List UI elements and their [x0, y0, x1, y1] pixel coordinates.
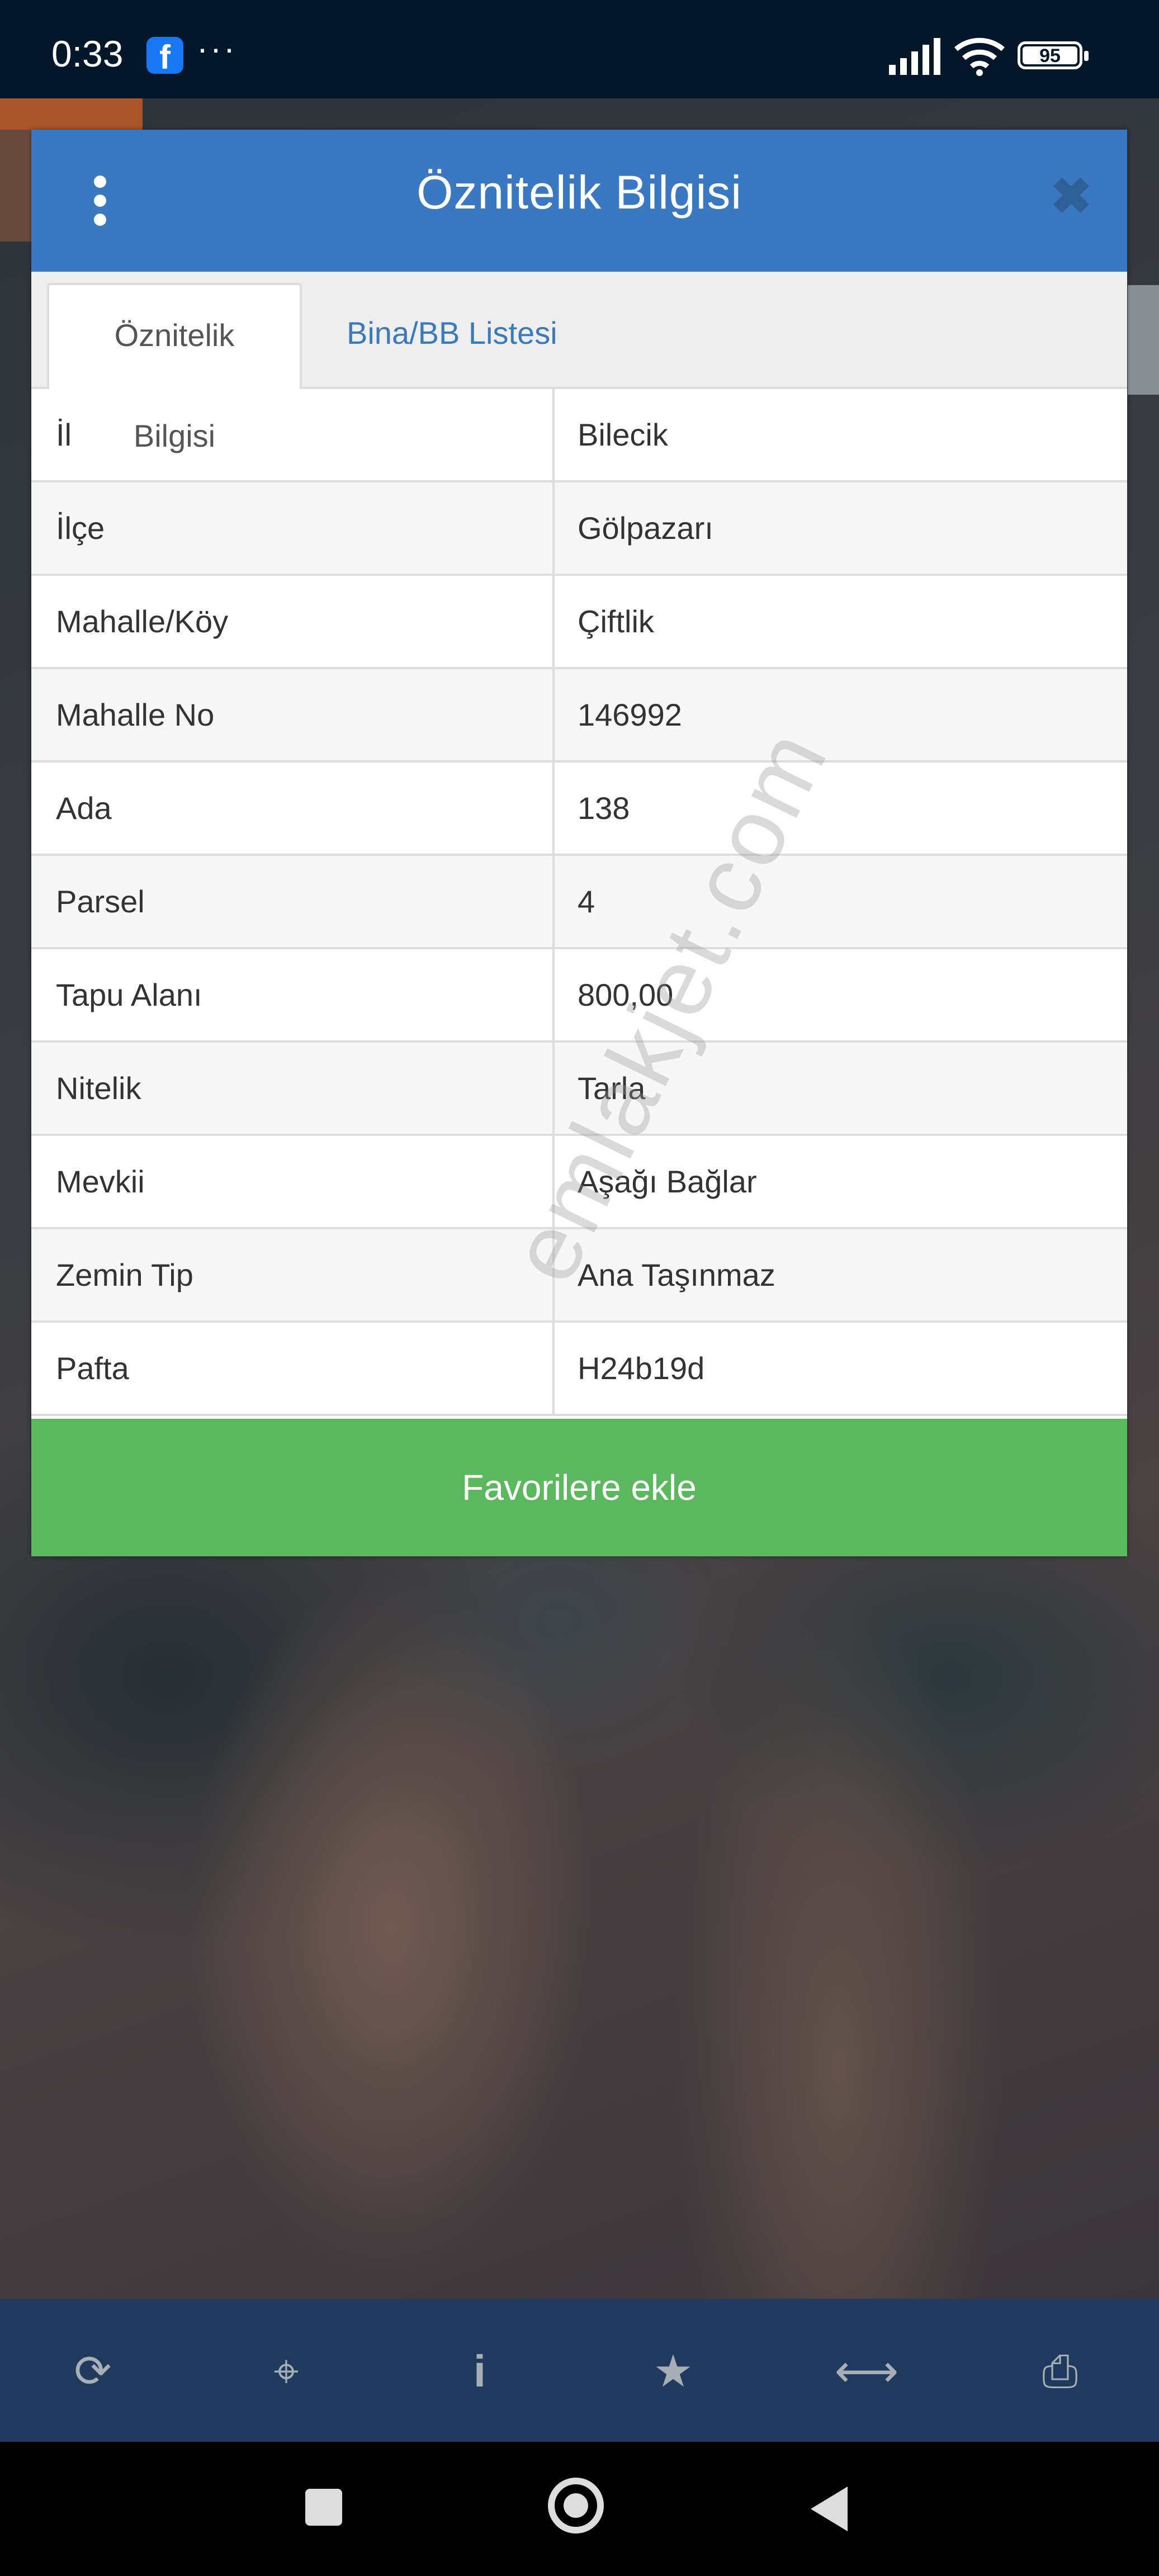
- crosshair-icon[interactable]: ⌖: [247, 2332, 325, 2411]
- row-label: Ada: [56, 790, 112, 826]
- table-row: Mahalle/Köy Çiftlik: [31, 576, 1127, 669]
- table-row: Ada 138: [31, 763, 1127, 856]
- battery-icon: 95: [1018, 41, 1089, 69]
- wifi-icon: [954, 37, 1005, 76]
- refresh-icon[interactable]: ⟳: [54, 2332, 132, 2411]
- row-value: Bilecik: [578, 417, 668, 452]
- row-value: H24b19d: [578, 1351, 705, 1386]
- print-icon[interactable]: ⎙: [1021, 2332, 1099, 2411]
- map-side-handle[interactable]: [1128, 285, 1159, 395]
- status-bar: 0:33 f ··· 95: [0, 0, 1159, 98]
- row-value: Çiftlik: [578, 604, 654, 639]
- facebook-icon: f: [146, 37, 183, 76]
- bottom-toolbar: ⟳ ⌖ i ★ ⟷ ⎙: [0, 2299, 1159, 2442]
- column-divider: [552, 576, 555, 667]
- row-value: 4: [578, 884, 595, 919]
- row-label: Mahalle No: [56, 697, 215, 732]
- system-nav-bar: [0, 2442, 1159, 2576]
- table-row: Parsel 4: [31, 856, 1127, 949]
- tab-bar: Öznitelik Bilgisi Bina/BB Listesi: [31, 272, 1127, 453]
- battery-level: 95: [1023, 46, 1077, 65]
- row-label: İlçe: [56, 510, 105, 546]
- row-label: İl: [56, 417, 72, 452]
- dialog-header: Öznitelik Bilgisi ✖: [31, 130, 1127, 272]
- table-row: İlçe Gölpazarı: [31, 482, 1127, 576]
- more-dots-icon: ···: [197, 30, 237, 67]
- attribute-dialog: Öznitelik Bilgisi ✖ Öznitelik Bilgisi Bi…: [31, 130, 1127, 1556]
- column-divider: [552, 856, 555, 947]
- row-label: Nitelik: [56, 1071, 141, 1106]
- status-time: 0:33: [51, 33, 124, 74]
- recents-icon[interactable]: [305, 2489, 342, 2526]
- row-label: Zemin Tip: [56, 1257, 193, 1292]
- column-divider: [552, 949, 555, 1040]
- star-icon[interactable]: ★: [634, 2332, 712, 2411]
- row-value: Gölpazarı: [578, 510, 713, 546]
- row-label: Parsel: [56, 884, 145, 919]
- row-label: Pafta: [56, 1351, 129, 1386]
- column-divider: [552, 1323, 555, 1414]
- tab-building-list[interactable]: Bina/BB Listesi: [324, 283, 580, 389]
- map-overlay-tab: [0, 98, 143, 130]
- row-value: 146992: [578, 697, 682, 732]
- column-divider: [552, 763, 555, 854]
- home-icon[interactable]: [548, 2478, 604, 2534]
- table-row: Pafta H24b19d: [31, 1323, 1127, 1416]
- column-divider: [552, 669, 555, 760]
- table-row: Mahalle No 146992: [31, 669, 1127, 763]
- row-label: Mahalle/Köy: [56, 604, 229, 639]
- back-icon[interactable]: [811, 2487, 848, 2531]
- info-icon[interactable]: i: [441, 2332, 519, 2411]
- dialog-title: Öznitelik Bilgisi: [417, 166, 742, 219]
- arrows-horizontal-icon[interactable]: ⟷: [827, 2332, 906, 2411]
- column-divider: [552, 482, 555, 574]
- add-to-favorites-button[interactable]: Favorilere ekle: [31, 1419, 1127, 1556]
- column-divider: [552, 389, 555, 480]
- tab-attribute-info[interactable]: Öznitelik Bilgisi: [47, 283, 302, 453]
- row-value: 138: [578, 790, 630, 826]
- table-row: Tapu Alanı 800,00: [31, 949, 1127, 1043]
- row-label: Mevkii: [56, 1164, 145, 1199]
- table-row: İl Bilecik: [31, 389, 1127, 482]
- map-overlay-side: [0, 130, 31, 242]
- row-label: Tapu Alanı: [56, 977, 202, 1012]
- signal-icon: [889, 38, 940, 75]
- close-icon[interactable]: ✖: [1049, 172, 1094, 222]
